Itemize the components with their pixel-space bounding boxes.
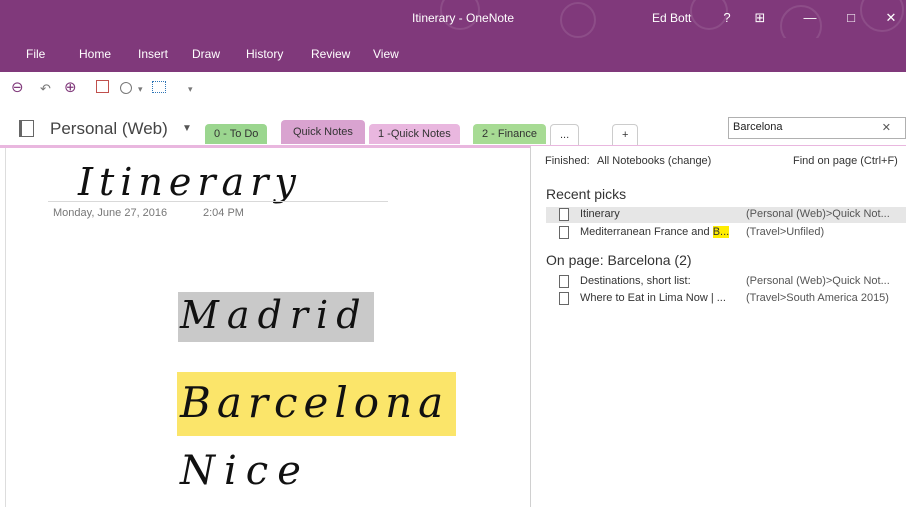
page-title[interactable]: Itinerary (78, 160, 302, 204)
search-results-pane: Finished: All Notebooks (change) Find on… (530, 146, 906, 507)
on-page-heading: On page: Barcelona (2) (546, 252, 692, 268)
maximize-button[interactable]: □ (836, 6, 866, 30)
tab-insert[interactable]: Insert (138, 47, 168, 61)
notebook-icon (19, 120, 34, 137)
back-icon[interactable]: ⊖ (11, 78, 24, 96)
delete-page-icon[interactable] (96, 80, 109, 93)
tab-file[interactable]: File (26, 47, 45, 61)
tab-view[interactable]: View (373, 47, 399, 61)
result-location: (Personal (Web)>Quick Not... (746, 275, 890, 287)
tab-home[interactable]: Home (79, 47, 111, 61)
ink-word-nice[interactable]: Nice (180, 448, 310, 494)
page-icon (559, 275, 569, 288)
result-name: Itinerary (580, 208, 620, 220)
help-button[interactable]: ? (712, 6, 742, 30)
decorative-ring (560, 2, 596, 38)
section-tab-quick-notes[interactable]: Quick Notes (281, 120, 365, 144)
chevron-down-icon[interactable]: ▾ (138, 84, 143, 95)
title-underline (48, 201, 388, 202)
chevron-down-icon[interactable]: ▼ (182, 123, 192, 134)
close-icon[interactable]: ✕ (882, 121, 891, 134)
result-name: Destinations, short list: (580, 275, 691, 287)
result-location: (Personal (Web)>Quick Not... (746, 208, 890, 220)
section-tab-finance[interactable]: 2 - Finance (473, 124, 547, 144)
signed-in-user[interactable]: Ed Bott (652, 11, 691, 25)
page-icon (559, 292, 569, 305)
page-date: Monday, June 27, 2016 (53, 207, 168, 219)
search-hit-highlight: B... (712, 226, 730, 238)
forward-icon[interactable]: ⊕ (64, 78, 77, 96)
search-icon[interactable] (120, 82, 132, 94)
page-time: 2:04 PM (203, 207, 244, 219)
page-icon (559, 208, 569, 221)
find-on-page-link[interactable]: Find on page (Ctrl+F) (793, 155, 898, 167)
result-name: Mediterranean France and B... (580, 226, 730, 238)
ink-word-madrid[interactable]: Madrid (180, 293, 369, 337)
quick-access-toolbar: ⊖ ↶ ⊕ ▾ ▾ (0, 72, 906, 106)
minimize-button[interactable]: — (795, 6, 825, 30)
title-bar: Itinerary - OneNote Ed Bott ? ⊞ — □ ✕ (0, 0, 906, 38)
search-scope-label: Finished: (545, 155, 590, 167)
result-row[interactable]: Itinerary (Personal (Web)>Quick Not... (546, 207, 906, 223)
add-section-tab[interactable]: + (612, 124, 639, 145)
search-query: Barcelona (733, 121, 783, 133)
search-input[interactable]: Barcelona ✕ (728, 117, 906, 139)
notebook-selector[interactable]: Personal (Web) (50, 119, 168, 139)
search-scope-link[interactable]: All Notebooks (change) (597, 155, 711, 167)
ribbon-display-icon[interactable]: ⊞ (745, 6, 775, 30)
more-sections-tab[interactable]: ... (550, 124, 580, 145)
section-tab-to-do[interactable]: 0 - To Do (205, 124, 268, 144)
result-name: Where to Eat in Lima Now | ... (580, 292, 726, 304)
section-tab-1-quick-notes[interactable]: 1 -Quick Notes (369, 124, 460, 144)
undo-icon[interactable]: ↶ (40, 81, 51, 97)
recent-picks-heading: Recent picks (546, 186, 627, 202)
tab-history[interactable]: History (246, 47, 283, 61)
page-icon (559, 226, 569, 239)
customize-toolbar-icon[interactable]: ▾ (188, 84, 193, 95)
window-title: Itinerary - OneNote (412, 11, 515, 25)
result-row[interactable]: Destinations, short list: (Personal (Web… (546, 274, 906, 290)
dock-icon[interactable] (152, 81, 166, 93)
result-row[interactable]: Where to Eat in Lima Now | ... (Travel>S… (546, 291, 906, 307)
page-margin (0, 148, 6, 507)
ink-word-barcelona[interactable]: Barcelona (180, 378, 449, 427)
tab-draw[interactable]: Draw (192, 47, 220, 61)
close-button[interactable]: ✕ (876, 6, 906, 30)
result-location: (Travel>Unfiled) (746, 226, 825, 238)
result-location: (Travel>South America 2015) (746, 292, 889, 304)
ribbon-tabs: File Home Insert Draw History Review Vie… (0, 38, 906, 72)
tab-review[interactable]: Review (311, 47, 350, 61)
result-row[interactable]: Mediterranean France and B... (Travel>Un… (546, 225, 906, 241)
